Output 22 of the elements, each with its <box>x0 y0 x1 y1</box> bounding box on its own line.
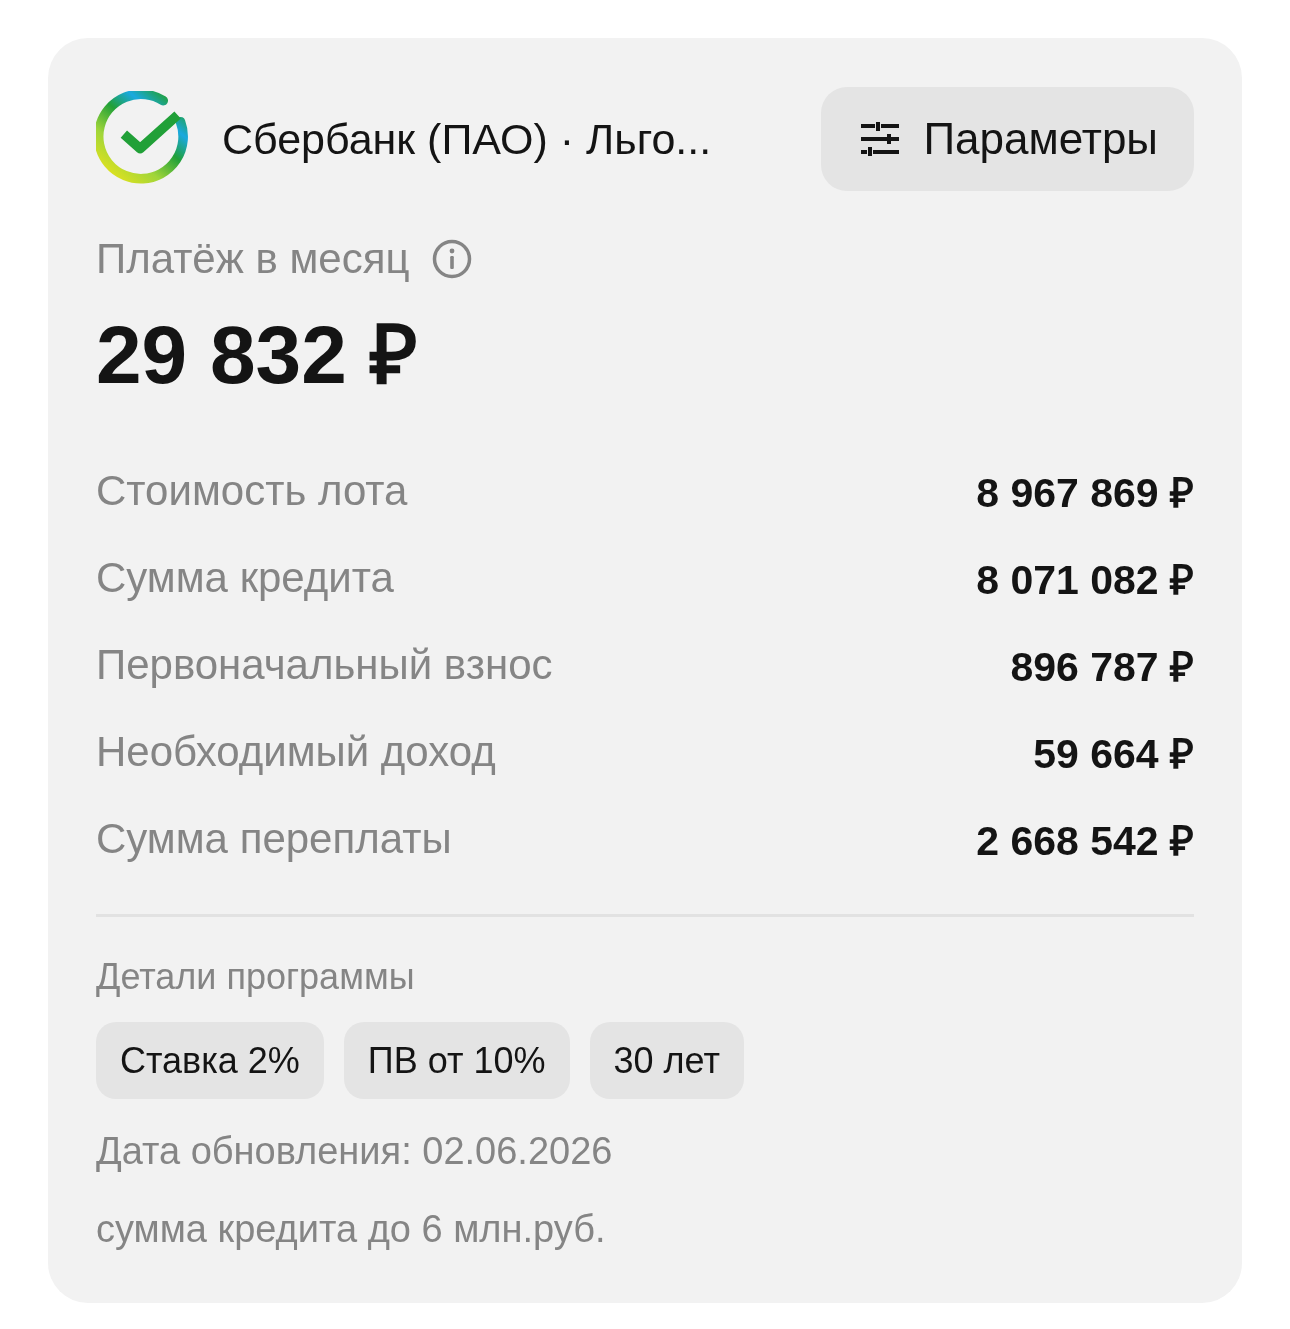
row-label: Необходимый доход <box>96 727 496 776</box>
program-tag: Ставка 2% <box>96 1022 324 1099</box>
program-tag: 30 лет <box>589 1022 744 1099</box>
payment-label: Платёж в месяц <box>96 235 410 283</box>
row-value: 59 664 ₽ <box>1033 729 1194 779</box>
row-value: 896 787 ₽ <box>1010 642 1194 692</box>
bank-title: Сбербанк (ПАО) · Льго... <box>222 114 713 164</box>
info-icon[interactable] <box>431 239 472 279</box>
program-tag: ПВ от 10% <box>343 1022 570 1099</box>
details-title: Детали программы <box>96 955 415 999</box>
monthly-payment-amount: 29 832 ₽ <box>96 308 418 402</box>
row-label: Сумма кредита <box>96 553 394 602</box>
sliders-icon <box>861 122 900 156</box>
row-value: 8 071 082 ₽ <box>976 555 1194 605</box>
update-date: Дата обновления: 02.06.2026 <box>96 1129 613 1174</box>
parameters-button[interactable]: Параметры <box>821 87 1194 191</box>
row-value: 8 967 869 ₽ <box>976 468 1194 518</box>
row-value: 2 668 542 ₽ <box>976 816 1194 866</box>
row-label: Сумма переплаты <box>96 814 452 863</box>
row-label: Первоначальный взнос <box>96 640 553 689</box>
row-label: Стоимость лота <box>96 466 408 515</box>
loan-note: сумма кредита до 6 млн.руб. <box>96 1207 606 1252</box>
